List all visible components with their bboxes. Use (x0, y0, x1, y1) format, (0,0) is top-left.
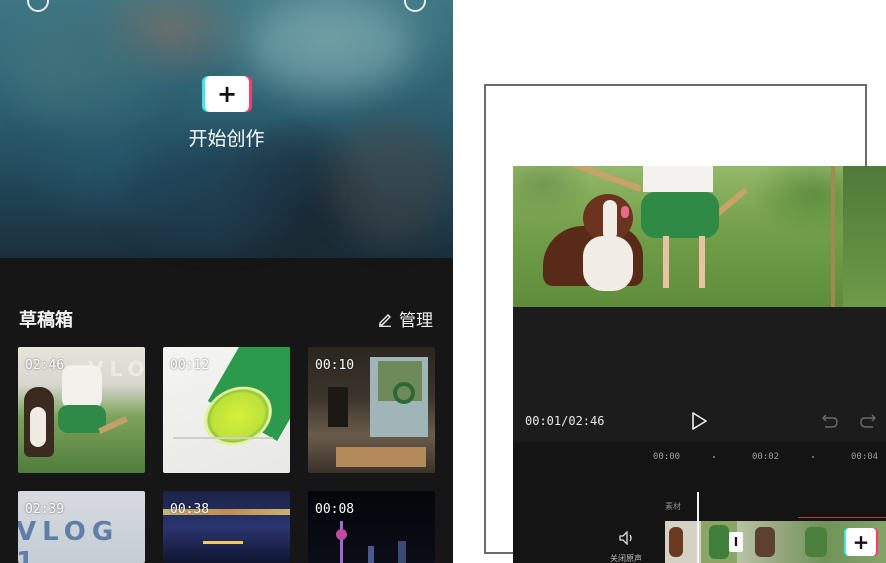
draft-item[interactable]: VLOG 1 02:39 (18, 491, 145, 563)
drafts-title: 草稿箱 (19, 310, 73, 331)
edit-icon (379, 313, 391, 327)
ruler-dot (713, 456, 715, 458)
start-create-label[interactable]: 开始创作 (0, 124, 453, 151)
profile-icon[interactable] (27, 0, 49, 12)
draft-item[interactable]: VLO 02:46 (18, 347, 145, 473)
home-screen: + 开始创作 草稿箱 管理 VLO 02:46 00:12 00:10 VLOG… (0, 0, 453, 563)
draft-item[interactable]: 00:10 (308, 347, 435, 473)
mute-original-label[interactable]: 关闭原声 (610, 553, 642, 563)
draft-overlay-text: VLOG 1 (18, 517, 120, 563)
track-indicator (798, 517, 886, 518)
plus-icon: + (216, 80, 238, 108)
timeline[interactable]: 00:00 00:02 00:04 素材 关闭原声 I + (513, 442, 886, 563)
draft-item[interactable]: 00:38 (163, 491, 290, 563)
transition-button[interactable]: I (729, 532, 743, 552)
draft-duration: 00:10 (315, 358, 355, 373)
undo-icon[interactable] (821, 413, 839, 429)
manage-label: 管理 (399, 311, 433, 331)
manage-button[interactable]: 管理 (377, 306, 433, 331)
playhead[interactable] (697, 492, 699, 563)
ruler-tick: 00:00 (653, 452, 681, 462)
redo-icon[interactable] (859, 413, 877, 429)
draft-duration: 00:12 (170, 358, 210, 373)
draft-duration: 00:08 (315, 502, 355, 517)
add-clip-button[interactable]: + (846, 528, 876, 556)
draft-duration: 00:38 (170, 502, 210, 517)
ruler-dot (812, 456, 814, 458)
draft-item[interactable]: 00:08 (308, 491, 435, 563)
start-create-button[interactable]: + (205, 76, 249, 112)
time-readout: 00:01/02:46 (525, 414, 605, 428)
draft-duration: 02:39 (25, 502, 65, 517)
draft-item[interactable]: 00:12 (163, 347, 290, 473)
play-icon[interactable] (691, 412, 707, 430)
track-label: 素材 (665, 502, 681, 511)
draft-duration: 02:46 (25, 358, 65, 373)
video-preview (513, 166, 886, 307)
settings-icon[interactable] (404, 0, 426, 12)
speaker-icon[interactable] (619, 531, 635, 545)
ruler-tick: 00:02 (752, 452, 780, 462)
ruler-tick: 00:04 (851, 452, 879, 462)
hero-banner: + 开始创作 (0, 0, 453, 258)
editor-screen: 00:01/02:46 00:00 00:02 00:04 素材 关闭原声 I … (513, 166, 886, 563)
screenshot-root: + 开始创作 草稿箱 管理 VLO 02:46 00:12 00:10 VLOG… (0, 0, 886, 563)
plus-icon: + (852, 530, 870, 554)
